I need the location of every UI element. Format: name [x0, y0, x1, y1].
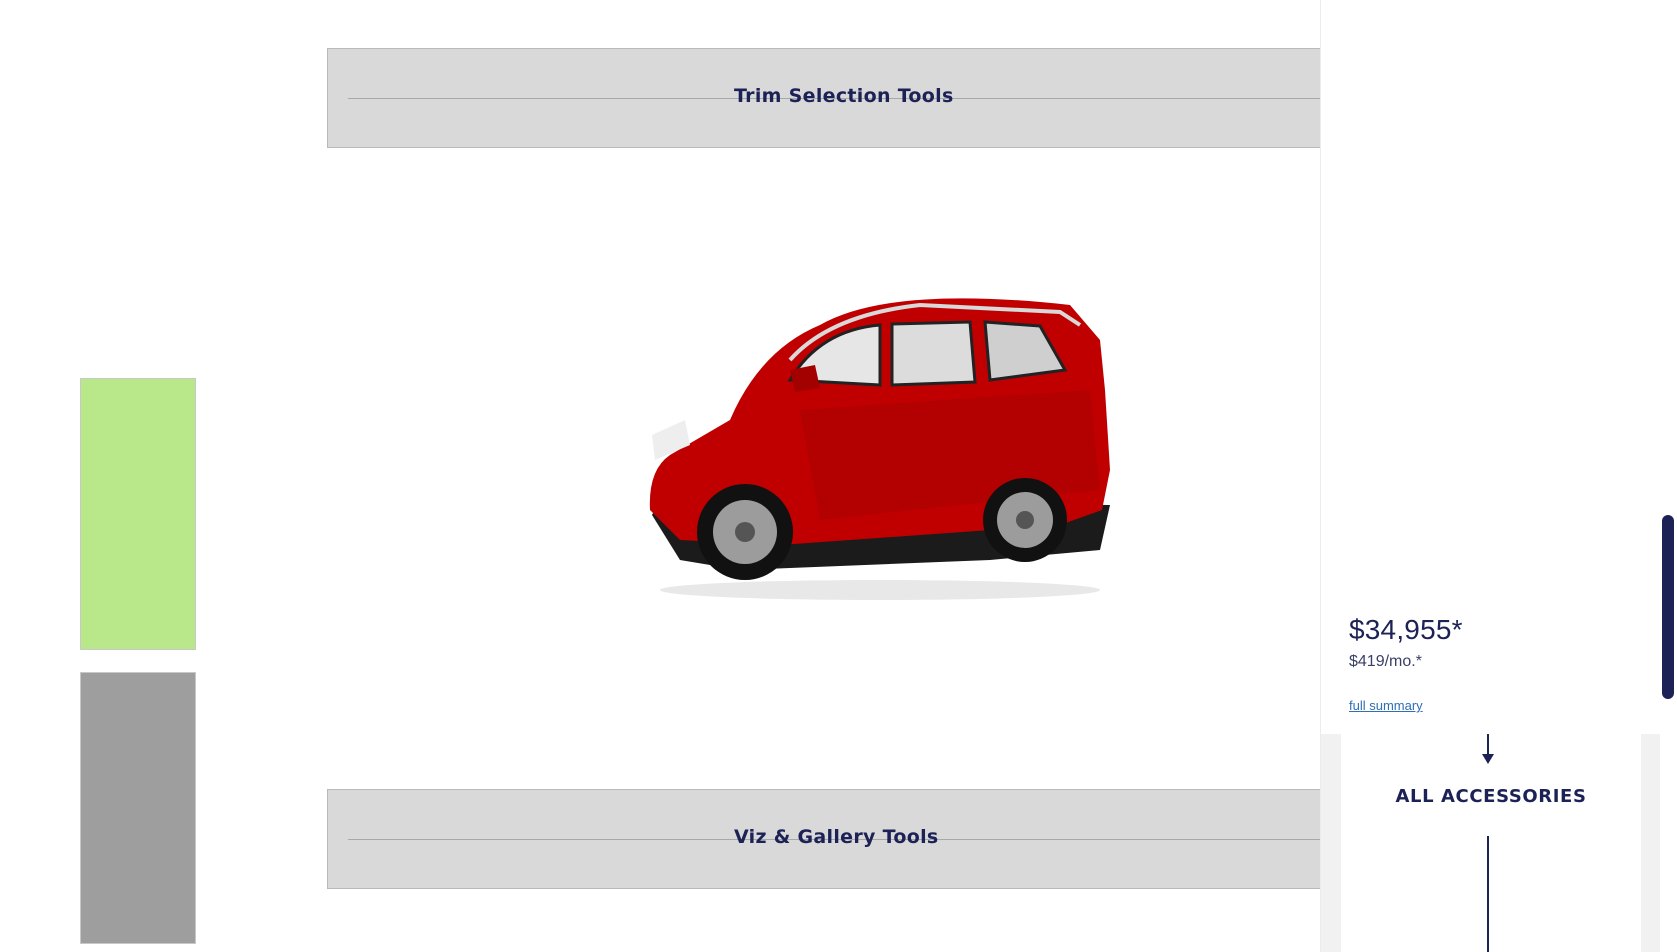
- connector-line-lower: [1487, 836, 1489, 952]
- summary-panel: $34,955* $419/mo.* full summary ALL ACCE…: [1320, 0, 1661, 952]
- arrow-down-icon: [1482, 754, 1494, 764]
- monthly-price: $419/mo.*: [1349, 653, 1422, 670]
- color-swatch-green[interactable]: [80, 378, 196, 650]
- connector-line: [1487, 734, 1489, 756]
- vehicle-image: [640, 270, 1120, 620]
- full-summary-link[interactable]: full summary: [1349, 698, 1423, 713]
- all-accessories-label: ALL ACCESSORIES: [1395, 786, 1587, 807]
- trim-selection-tools-title: Trim Selection Tools: [734, 85, 954, 107]
- total-price: $34,955*: [1349, 614, 1463, 645]
- viz-gallery-tools-bar: Viz & Gallery Tools: [327, 789, 1320, 889]
- red-suv-icon: [649, 298, 1110, 600]
- color-swatch-gray[interactable]: [80, 672, 196, 944]
- scrollbar-thumb[interactable]: [1662, 515, 1674, 699]
- price-summary-card: $34,955* $419/mo.* full summary: [1321, 0, 1661, 734]
- scrollbar-track[interactable]: [1660, 0, 1677, 952]
- viz-gallery-tools-title: Viz & Gallery Tools: [734, 826, 939, 848]
- trim-selection-tools-bar: Trim Selection Tools: [327, 48, 1320, 148]
- accessories-section: ALL ACCESSORIES: [1321, 734, 1661, 952]
- accessories-card[interactable]: ALL ACCESSORIES: [1341, 734, 1641, 952]
